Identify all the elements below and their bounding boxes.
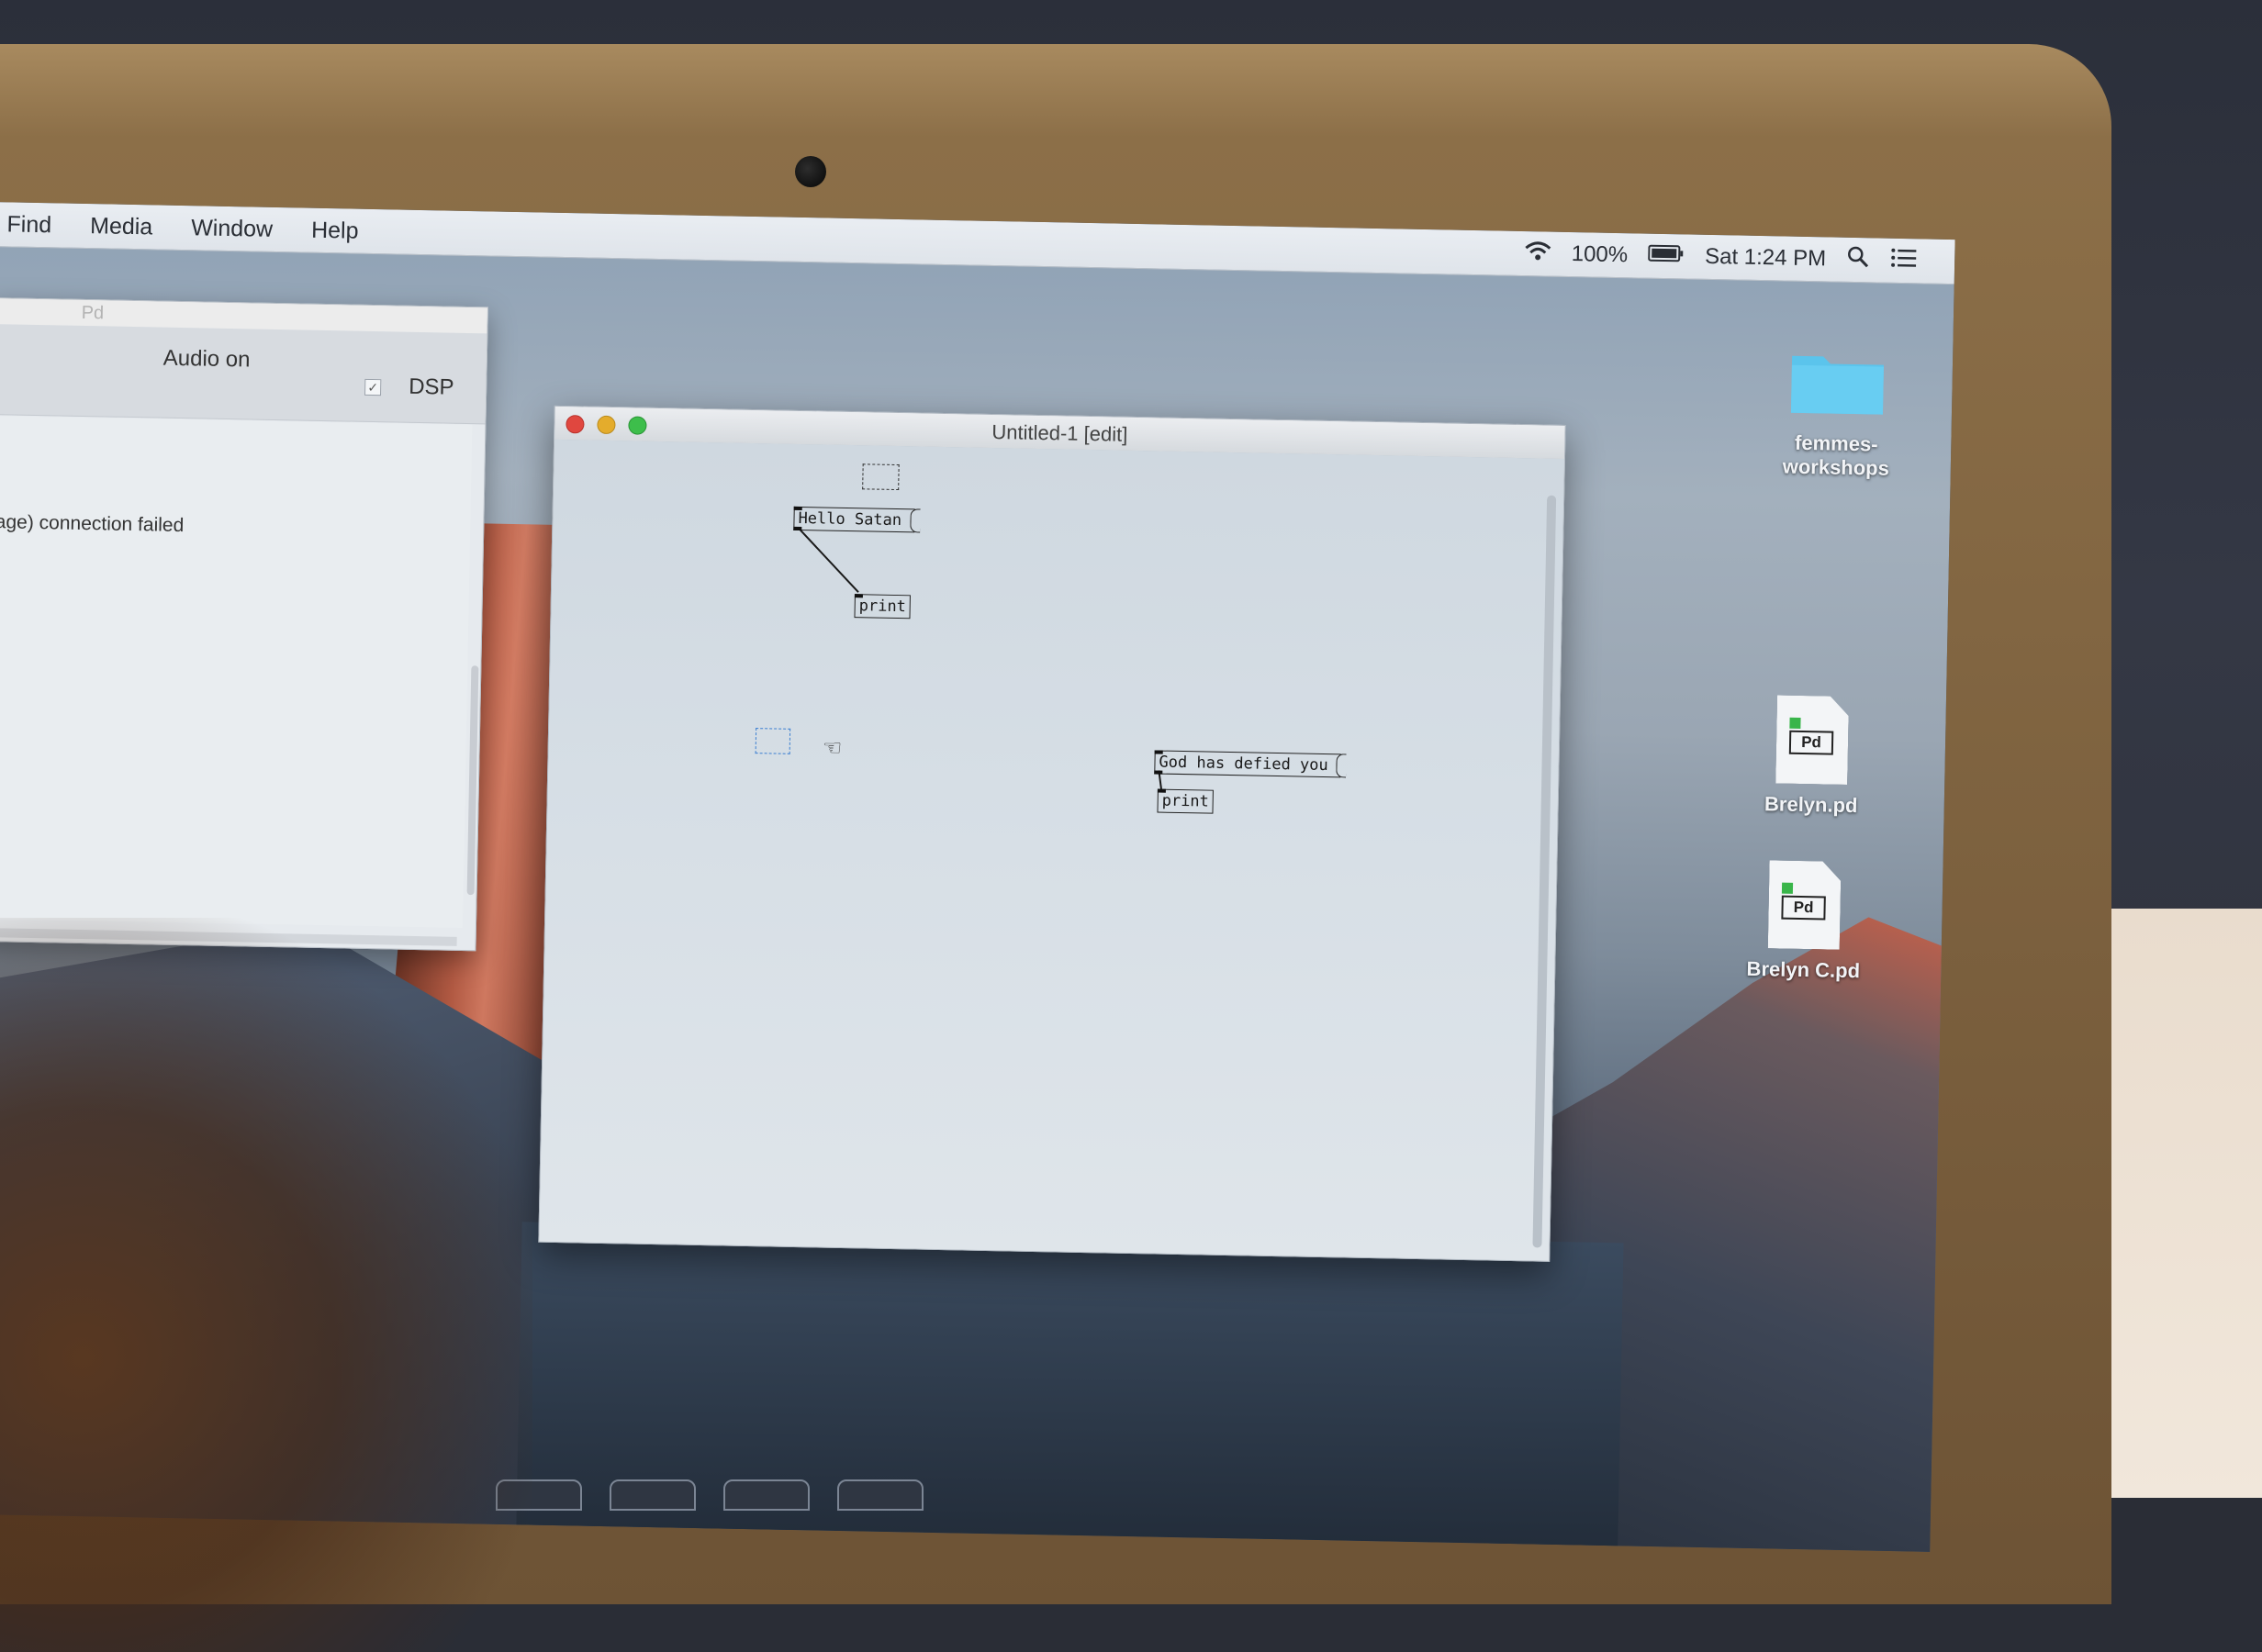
object-text: print — [1161, 791, 1210, 811]
desktop-icon-label: Brelyn.pd — [1764, 792, 1858, 818]
desktop-folder-femmes-workshops[interactable]: femmes-workshops — [1767, 346, 1908, 481]
menu-extras: 100% Sat 1:24 PM — [1523, 231, 1918, 283]
wifi-icon[interactable] — [1523, 240, 1551, 269]
battery-percent: 100% — [1571, 241, 1629, 268]
hand-cursor-icon: ☜ — [822, 735, 843, 761]
outlet[interactable] — [1154, 770, 1163, 775]
print-object-2[interactable]: print — [1157, 788, 1215, 814]
menu-find[interactable]: Find — [1, 207, 57, 242]
pd-patch-window: Untitled-1 [edit] Hello Satan print ☜ Go… — [538, 405, 1566, 1262]
message-text: God has defied you — [1159, 753, 1328, 776]
selected-empty-box[interactable] — [755, 728, 791, 754]
log-line: sage) connection failed — [0, 510, 185, 537]
pd-file-icon: Pd — [1768, 860, 1842, 949]
desktop-file-brelyn-pd[interactable]: Pd Brelyn.pd — [1742, 695, 1883, 819]
pd-file-icon: Pd — [1775, 695, 1849, 784]
battery-icon[interactable] — [1648, 243, 1685, 270]
audio-status: Audio on — [162, 345, 251, 373]
message-box-god-has-defied-you[interactable]: God has defied you — [1154, 750, 1341, 778]
pd-console-controls: Audio on ✓ DSP — [0, 323, 487, 425]
inlet[interactable] — [854, 594, 863, 598]
menu-help[interactable]: Help — [306, 213, 364, 248]
message-text: Hello Satan — [798, 508, 902, 530]
menu-media[interactable]: Media — [84, 208, 159, 244]
spotlight-search-icon[interactable] — [1846, 244, 1871, 274]
desktop-file-brelyn-c-pd[interactable]: Pd Brelyn C.pd — [1730, 860, 1879, 984]
object-text: print — [858, 597, 907, 617]
print-object[interactable]: print — [854, 594, 912, 620]
menu-window[interactable]: Window — [185, 211, 279, 247]
pd-console-window: Pd Audio on ✓ DSP sage) connection faile… — [0, 296, 488, 952]
message-box-hello-satan[interactable]: Hello Satan — [793, 506, 915, 533]
pd-console-log: sage) connection failed — [0, 415, 473, 929]
webcam — [795, 156, 826, 187]
folder-icon — [1789, 347, 1886, 417]
pd-console-title: Pd — [81, 302, 105, 323]
desktop-icon-label: femmes-workshops — [1782, 430, 1890, 480]
menu-clock[interactable]: Sat 1:24 PM — [1705, 244, 1827, 273]
foreground-blur — [0, 918, 532, 1652]
dock — [496, 1479, 1414, 1516]
dsp-label: DSP — [408, 374, 454, 400]
patch-cord[interactable] — [798, 528, 859, 593]
dock-item[interactable] — [837, 1479, 924, 1511]
dock-item[interactable] — [610, 1479, 696, 1511]
dsp-checkbox[interactable]: ✓ — [364, 378, 382, 396]
dock-item[interactable] — [723, 1479, 810, 1511]
inlet[interactable] — [1154, 750, 1163, 754]
notification-center-icon[interactable] — [1890, 247, 1919, 274]
desktop-icon-label: Brelyn C.pd — [1746, 956, 1861, 983]
inlet[interactable] — [793, 506, 802, 511]
empty-object-box[interactable] — [862, 463, 900, 491]
inlet[interactable] — [1157, 788, 1166, 793]
patch-canvas[interactable]: Hello Satan print ☜ God has defied you p… — [539, 439, 1564, 1261]
patch-cords — [798, 528, 1162, 789]
pd-console-scrollbar[interactable] — [466, 665, 479, 896]
outlet[interactable] — [793, 526, 802, 531]
